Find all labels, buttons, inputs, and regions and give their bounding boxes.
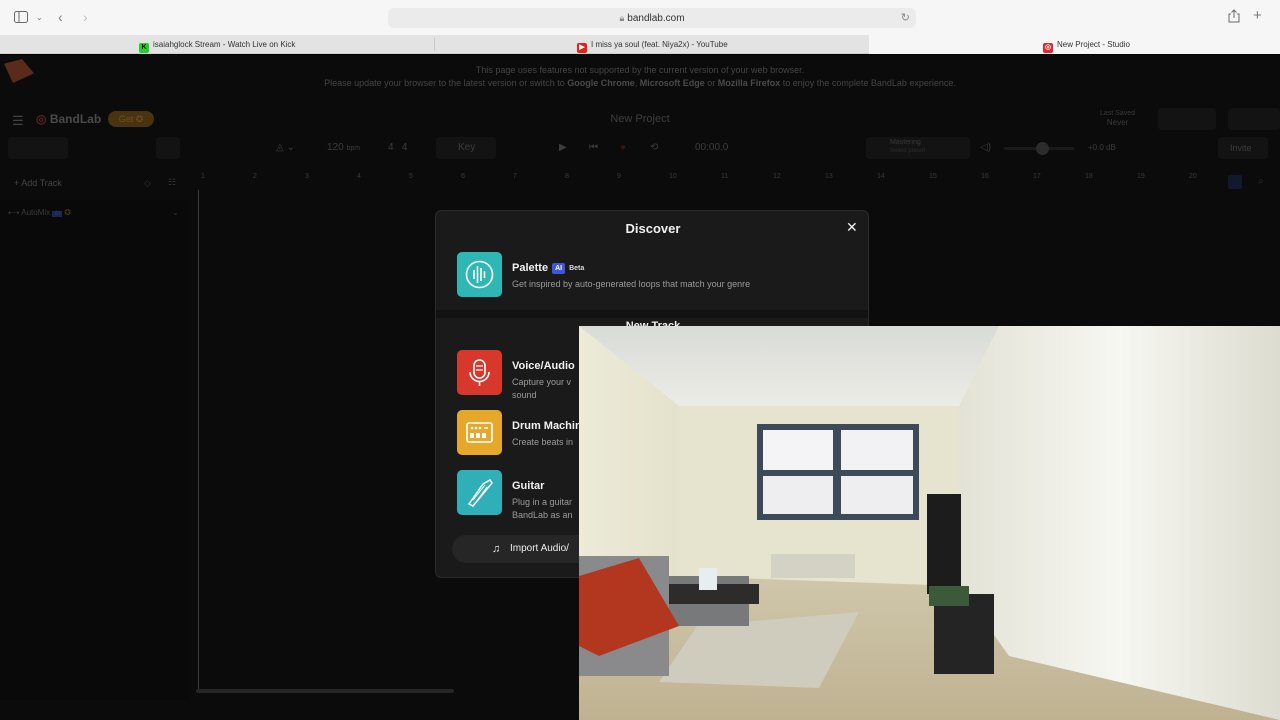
import-icon: ♫	[492, 543, 501, 555]
publish-button[interactable]	[1228, 108, 1280, 130]
bpm-field[interactable]: 120 bpm	[327, 137, 360, 160]
track-panel	[0, 200, 190, 700]
transport-bar: ◬ ⌄ 120 bpm 4 4 Key ▶ ⏮ ● ⟲ 00:00.0 Mast…	[0, 137, 1280, 161]
tab-youtube[interactable]: ▶ I miss ya soul (feat. Niya2x) - YouTube	[577, 35, 867, 54]
youtube-favicon-icon: ▶	[577, 43, 587, 53]
ai-badge: AI	[552, 263, 566, 274]
chevron-down-icon[interactable]: ⌄	[172, 208, 179, 217]
snap-toggle[interactable]	[1228, 175, 1242, 189]
time-signature[interactable]: 4 4	[388, 137, 407, 159]
new-tab-icon[interactable]: +	[1253, 8, 1262, 23]
add-track-button[interactable]: + Add Track	[14, 178, 62, 188]
playhead[interactable]	[198, 190, 199, 690]
tool-button[interactable]	[156, 137, 180, 159]
volume-db: +0.0 dB	[1088, 143, 1116, 152]
save-button[interactable]	[1158, 108, 1216, 130]
webcam-overlay	[579, 326, 1280, 720]
microphone-icon	[457, 350, 502, 395]
banner-line-2: Please update your browser to the latest…	[324, 78, 956, 88]
browser-toolbar: ⌄ ‹ › 🔒︎ bandlab.com ↻ +	[0, 0, 1280, 35]
tab-kick[interactable]: Kisaiahglock Stream - Watch Live on Kick	[139, 35, 429, 54]
timeline-ruler[interactable]: 1 2 3 4 5 6 7 8 9 10 11 12 13 14 15 16 17 18 19 20	[192, 173, 1280, 187]
address-bar[interactable]: 🔒︎ bandlab.com ↻	[388, 8, 916, 28]
invite-button[interactable]: Invite	[1218, 137, 1268, 159]
tab-label: I miss ya soul (feat. Niya2x) - YouTube	[591, 40, 728, 49]
horizontal-scrollbar[interactable]	[196, 689, 454, 693]
room-photo	[579, 326, 1280, 720]
tab-label: isaiahglock Stream - Watch Live on Kick	[153, 40, 296, 49]
automix-row[interactable]: ⟷ AutoMix AI ✪	[8, 208, 71, 217]
waveform-icon	[457, 252, 502, 297]
play-icon[interactable]: ▶	[559, 137, 567, 159]
palette-name: Palette AI Beta	[512, 262, 585, 274]
key-button[interactable]: Key	[436, 137, 496, 159]
filter-icon[interactable]: ☷	[168, 177, 176, 188]
skip-back-icon[interactable]: ⏮	[589, 137, 598, 159]
back-icon[interactable]: ‹	[58, 10, 63, 24]
import-label: Import Audio/	[510, 543, 569, 554]
drum-name: Drum Machin	[512, 420, 582, 432]
drum-machine-icon	[457, 410, 502, 455]
reload-icon[interactable]: ↻	[901, 8, 910, 28]
zoom-icon[interactable]: ⌕	[1258, 176, 1264, 187]
firefox-link[interactable]: Mozilla Firefox	[718, 78, 781, 88]
chrome-link[interactable]: Google Chrome	[567, 78, 635, 88]
volume-icon[interactable]: ◁)	[980, 137, 991, 159]
palette-desc: Get inspired by auto-generated loops tha…	[512, 279, 751, 289]
url-text: bandlab.com	[627, 13, 685, 24]
tab-bandlab[interactable]: ◎ New Project - Studio	[869, 35, 1280, 54]
section-divider	[436, 310, 868, 318]
loop-icon[interactable]: ⟲	[650, 137, 658, 159]
mastering-button[interactable]: Mastering Select preset	[866, 137, 970, 159]
banner-line: This page uses features not supported by…	[475, 65, 805, 75]
kick-favicon-icon: K	[139, 43, 149, 53]
tab-strip: Kisaiahglock Stream - Watch Live on Kick…	[0, 35, 1280, 54]
edge-link[interactable]: Microsoft Edge	[640, 78, 705, 88]
track-options-icon[interactable]: ◇	[144, 178, 151, 189]
browser-warning-banner: This page uses features not supported by…	[0, 55, 1280, 103]
modal-title: Discover	[625, 221, 681, 236]
voice-name: Voice/Audio	[512, 360, 575, 372]
chevron-down-icon[interactable]: ⌄	[36, 11, 43, 25]
guitar-name: Guitar	[512, 480, 545, 492]
beta-badge: Beta	[569, 265, 585, 272]
last-saved: Last Saved Never	[1100, 110, 1136, 127]
volume-knob[interactable]	[1036, 142, 1049, 155]
guitar-icon	[457, 470, 502, 515]
time-display: 00:00.0	[695, 142, 729, 153]
lock-icon: 🔒︎	[619, 13, 625, 23]
studio-header: ☰ ◎ BandLab Get ✪ New Project Last Saved…	[0, 105, 1280, 133]
bandlab-favicon-icon: ◎	[1043, 43, 1053, 53]
undo-redo-group[interactable]	[8, 137, 68, 159]
record-icon[interactable]: ●	[620, 137, 626, 159]
sidebar-toggle-icon[interactable]	[14, 11, 28, 26]
close-icon[interactable]: ✕	[846, 219, 858, 236]
share-icon[interactable]	[1228, 9, 1240, 26]
project-title[interactable]: New Project	[0, 113, 1280, 125]
forward-icon[interactable]: ›	[83, 10, 88, 24]
tab-label: New Project - Studio	[1057, 40, 1130, 49]
metronome-icon[interactable]: ◬ ⌄	[276, 137, 295, 159]
